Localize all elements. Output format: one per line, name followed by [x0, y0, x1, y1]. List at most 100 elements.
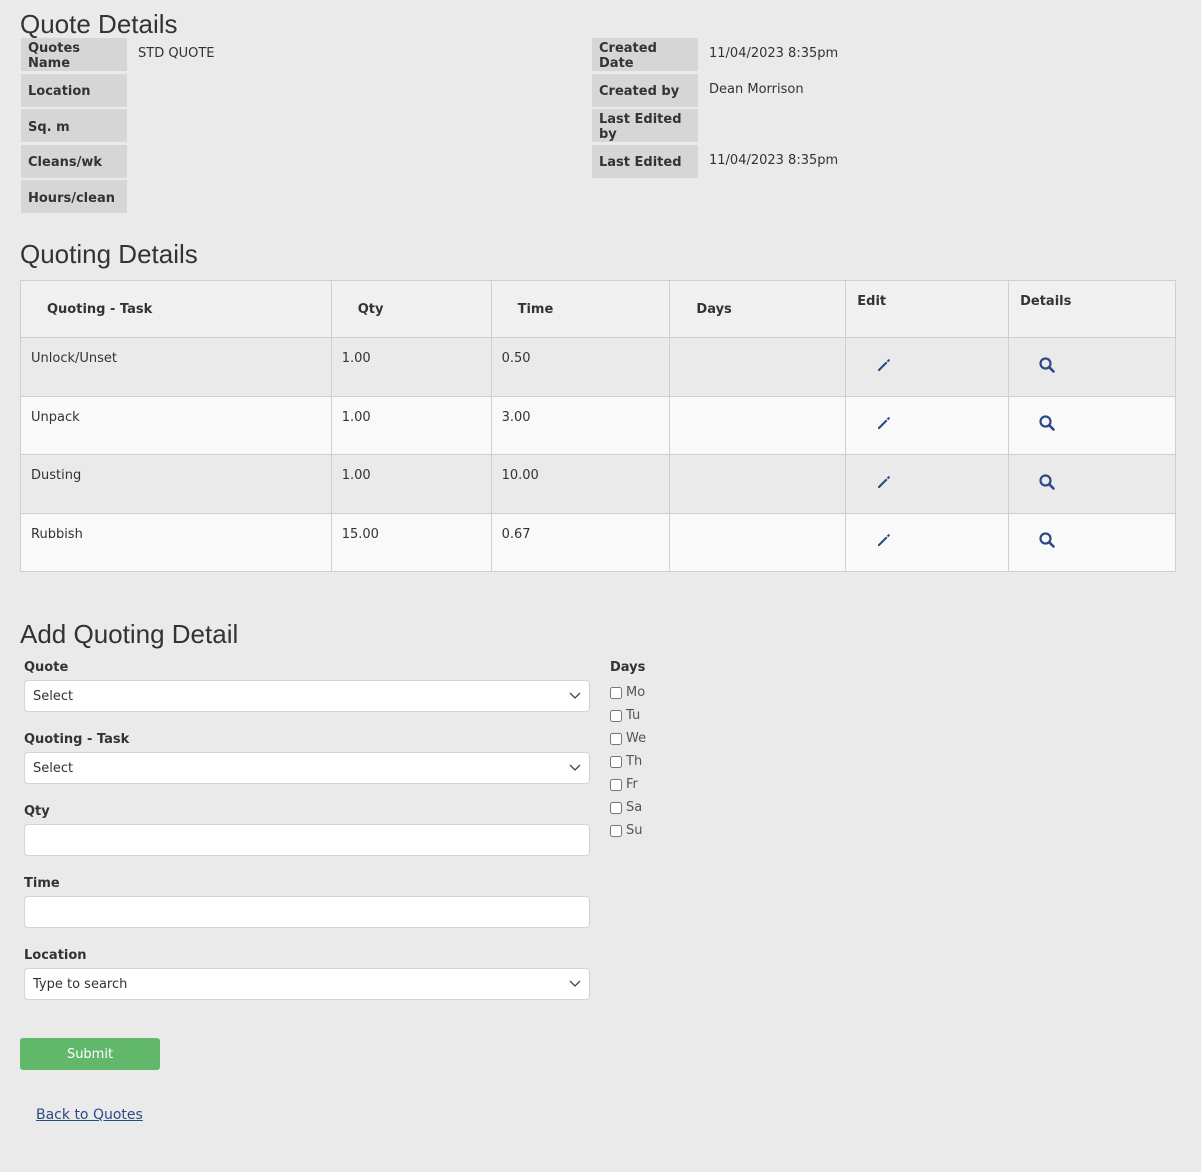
- cell-details: [1008, 512, 1176, 572]
- quote-details-left: Quotes Name STD QUOTE Location Sq. m Cle…: [21, 38, 214, 216]
- cell-qty: 1.00: [330, 337, 492, 397]
- col-header-days[interactable]: Days: [669, 280, 847, 338]
- cell-edit: [845, 395, 1010, 455]
- day-option-we: We: [610, 727, 646, 750]
- kv-row: Quotes Name STD QUOTE: [21, 38, 214, 71]
- magnifier-icon[interactable]: [1038, 356, 1056, 374]
- kv-value: Dean Morrison: [709, 81, 804, 97]
- pencil-icon[interactable]: [876, 357, 892, 373]
- cell-details: [1008, 395, 1176, 455]
- day-label: Tu: [626, 708, 641, 723]
- table-row: Unpack 1.00 3.00: [20, 395, 1176, 455]
- quote-label: Quote: [24, 660, 69, 675]
- magnifier-icon[interactable]: [1038, 531, 1056, 549]
- cell-time: 0.67: [490, 512, 671, 572]
- days-label: Days: [610, 660, 646, 675]
- cell-qty: 1.00: [330, 395, 492, 455]
- kv-label: Cleans/wk: [21, 144, 127, 178]
- task-group: Quoting - Task Select: [24, 732, 590, 804]
- kv-label: Hours/clean: [21, 180, 127, 213]
- kv-value: 11/04/2023 8:35pm: [709, 46, 839, 61]
- quote-select-value: Select: [33, 688, 74, 704]
- day-label: Sa: [626, 800, 643, 815]
- cell-edit: [845, 454, 1010, 514]
- time-input[interactable]: [33, 903, 581, 921]
- cell-time: 10.00: [490, 454, 671, 514]
- kv-label: Created Date: [592, 38, 698, 71]
- col-header-task[interactable]: Quoting - Task: [20, 280, 332, 338]
- back-to-quotes-link[interactable]: Back to Quotes: [36, 1107, 143, 1123]
- table-row: Rubbish 15.00 0.67: [20, 512, 1176, 572]
- quoting-details-title: Quoting Details: [20, 239, 198, 269]
- day-checkbox-mo[interactable]: [610, 686, 622, 699]
- day-checkbox-sa[interactable]: [610, 801, 622, 814]
- day-option-tu: Tu: [610, 704, 646, 727]
- qty-input[interactable]: [33, 831, 581, 849]
- kv-row: Created Date 11/04/2023 8:35pm: [592, 38, 838, 71]
- cell-time: 0.50: [490, 337, 671, 397]
- qty-group: Qty: [24, 804, 590, 876]
- magnifier-icon[interactable]: [1038, 414, 1056, 432]
- submit-button[interactable]: Submit: [20, 1038, 160, 1070]
- kv-row: Location: [21, 73, 214, 107]
- kv-value: STD QUOTE: [138, 46, 215, 61]
- location-group: Location Type to search: [24, 948, 590, 1020]
- kv-label: Quotes Name: [21, 38, 127, 71]
- table-row: Unlock/Unset 1.00 0.50: [20, 337, 1176, 397]
- kv-label: Last Edited by: [592, 109, 698, 142]
- day-checkbox-tu[interactable]: [610, 709, 622, 722]
- table-header-row: Quoting - Task Qty Time Days Edit Detail…: [20, 280, 1176, 338]
- kv-value: 11/04/2023 8:35pm: [709, 152, 839, 168]
- location-label: Location: [24, 948, 87, 963]
- col-header-time[interactable]: Time: [490, 280, 671, 338]
- day-label: Mo: [626, 685, 646, 700]
- chevron-down-icon: [569, 977, 581, 992]
- add-quoting-detail-form: Quote Select Quoting - Task Select Qty T…: [24, 660, 590, 1020]
- qty-label: Qty: [24, 804, 50, 819]
- cell-task: Rubbish: [20, 512, 332, 572]
- day-option-su: Su: [610, 819, 646, 842]
- col-header-qty[interactable]: Qty: [330, 280, 492, 338]
- cell-task: Dusting: [20, 454, 332, 514]
- day-label: Fr: [626, 777, 638, 792]
- day-checkbox-fr[interactable]: [610, 778, 622, 791]
- cell-days: [669, 454, 847, 514]
- kv-value: [127, 145, 138, 178]
- day-checkbox-su[interactable]: [610, 824, 622, 837]
- cell-task: Unpack: [20, 395, 332, 455]
- task-select[interactable]: Select: [24, 752, 590, 784]
- location-placeholder: Type to search: [33, 976, 128, 992]
- cell-details: [1008, 337, 1176, 397]
- quote-select[interactable]: Select: [24, 680, 590, 712]
- kv-value: [127, 180, 138, 213]
- kv-label: Last Edited: [592, 144, 698, 178]
- task-select-value: Select: [33, 760, 74, 776]
- pencil-icon[interactable]: [876, 474, 892, 490]
- kv-row: Sq. m: [21, 109, 214, 142]
- cell-edit: [845, 512, 1010, 572]
- add-quoting-detail-title: Add Quoting Detail: [20, 619, 239, 649]
- kv-row: Hours/clean: [21, 180, 214, 213]
- cell-days: [669, 395, 847, 455]
- day-label: We: [626, 731, 647, 746]
- cell-qty: 1.00: [330, 454, 492, 514]
- cell-days: [669, 337, 847, 397]
- pencil-icon[interactable]: [876, 532, 892, 548]
- days-group: Days Mo Tu We Th Fr Sa Su: [610, 660, 646, 842]
- cell-time: 3.00: [490, 395, 671, 455]
- task-label: Quoting - Task: [24, 732, 130, 747]
- location-select[interactable]: Type to search: [24, 968, 590, 1000]
- col-header-details: Details: [1008, 280, 1176, 338]
- quote-details-title: Quote Details: [20, 9, 178, 39]
- kv-label: Sq. m: [21, 109, 127, 142]
- kv-row: Last Edited 11/04/2023 8:35pm: [592, 144, 839, 178]
- day-option-fr: Fr: [610, 773, 646, 796]
- kv-row: Last Edited by: [592, 109, 838, 142]
- kv-value: [127, 74, 138, 107]
- pencil-icon[interactable]: [876, 415, 892, 431]
- magnifier-icon[interactable]: [1038, 473, 1056, 491]
- cell-days: [669, 512, 847, 572]
- day-checkbox-we[interactable]: [610, 732, 622, 745]
- day-checkbox-th[interactable]: [610, 755, 622, 768]
- chevron-down-icon: [569, 689, 581, 704]
